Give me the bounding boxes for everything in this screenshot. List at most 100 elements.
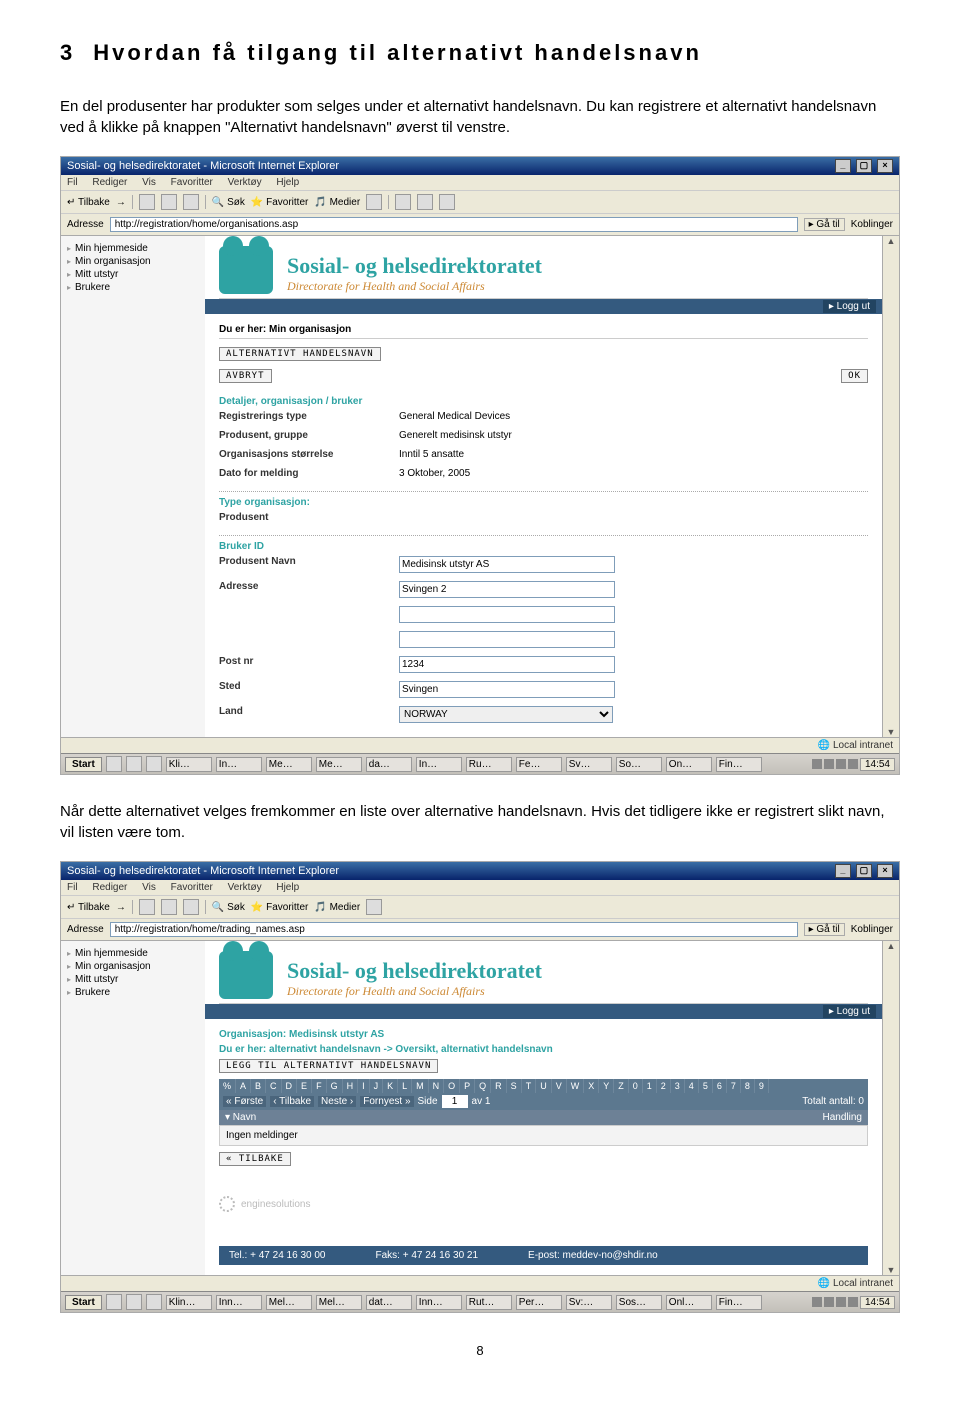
task-tab[interactable]: Mel… (316, 1295, 362, 1310)
menu-rediger[interactable]: Rediger (92, 177, 127, 188)
address-input[interactable] (110, 217, 798, 232)
menu-hjelp[interactable]: Hjelp (276, 177, 299, 188)
home-icon[interactable] (183, 899, 199, 915)
logout-button[interactable]: ▸ Logg ut (823, 1005, 876, 1018)
quicklaunch-icon[interactable] (126, 1294, 142, 1310)
menu-hjelp[interactable]: Hjelp (276, 882, 299, 893)
go-button[interactable]: ▸ Gå til (804, 218, 845, 231)
alpha-2[interactable]: 2 (657, 1079, 671, 1093)
menu-vis[interactable]: Vis (142, 882, 156, 893)
sidebar-item-hjemmeside[interactable]: Min hjemmeside (65, 242, 205, 255)
page-last[interactable]: Fornyest » (360, 1096, 413, 1107)
tray-icon[interactable] (836, 759, 846, 769)
task-tab[interactable]: Rut… (466, 1295, 512, 1310)
menu-fil[interactable]: Fil (67, 882, 78, 893)
alpha-C[interactable]: C (266, 1079, 282, 1093)
task-tab[interactable]: Sos… (616, 1295, 662, 1310)
alpha-X[interactable]: X (584, 1079, 599, 1093)
alpha-E[interactable]: E (297, 1079, 312, 1093)
tray-icon[interactable] (836, 1297, 846, 1307)
history-icon[interactable] (366, 194, 382, 210)
sidebar-item-utstyr[interactable]: Mitt utstyr (65, 268, 205, 281)
alpha-O[interactable]: O (444, 1079, 460, 1093)
close-icon[interactable]: × (877, 159, 893, 173)
tilbake-button[interactable]: « TILBAKE (219, 1152, 291, 1166)
media-button[interactable]: 🎵 Medier (314, 902, 360, 913)
minimize-icon[interactable]: _ (835, 159, 851, 173)
forward-button[interactable]: → (116, 197, 126, 208)
close-icon[interactable]: × (877, 864, 893, 878)
tray-icon[interactable] (848, 1297, 858, 1307)
tray-icon[interactable] (812, 759, 822, 769)
input-sted[interactable] (399, 681, 615, 698)
quicklaunch-icon[interactable] (146, 756, 162, 772)
logout-button[interactable]: ▸ Logg ut (823, 300, 876, 313)
sidebar-item-utstyr[interactable]: Mitt utstyr (65, 973, 205, 986)
menu-vis[interactable]: Vis (142, 177, 156, 188)
stop-icon[interactable] (139, 899, 155, 915)
back-button[interactable]: ↵ Tilbake (67, 197, 110, 208)
alpha-W[interactable]: W (567, 1079, 585, 1093)
task-tab[interactable]: Per… (516, 1295, 562, 1310)
alpha-H[interactable]: H (343, 1079, 359, 1093)
alpha-A[interactable]: A (236, 1079, 251, 1093)
task-tab[interactable]: Inn… (416, 1295, 462, 1310)
stop-icon[interactable] (139, 194, 155, 210)
quicklaunch-icon[interactable] (106, 1294, 122, 1310)
alpha-G[interactable]: G (327, 1079, 343, 1093)
quicklaunch-icon[interactable] (106, 756, 122, 772)
input-adresse-3[interactable] (399, 631, 615, 648)
alpha-T[interactable]: T (522, 1079, 537, 1093)
scrollbar[interactable]: ▲▼ (882, 236, 899, 737)
tray-icon[interactable] (824, 759, 834, 769)
links-label[interactable]: Koblinger (851, 924, 893, 935)
sidebar-item-brukere[interactable]: Brukere (65, 281, 205, 294)
menu-verktoy[interactable]: Verktøy (228, 177, 262, 188)
start-button[interactable]: Start (65, 1295, 102, 1310)
menu-verktoy[interactable]: Verktøy (228, 882, 262, 893)
task-tab[interactable]: dat… (366, 1295, 412, 1310)
menu-fil[interactable]: Fil (67, 177, 78, 188)
alpha-S[interactable]: S (507, 1079, 522, 1093)
task-tab[interactable]: Fin… (716, 757, 762, 772)
task-tab[interactable]: Inn… (216, 1295, 262, 1310)
alpha-Y[interactable]: Y (599, 1079, 614, 1093)
menu-favoritter[interactable]: Favoritter (171, 177, 213, 188)
task-tab[interactable]: Me… (316, 757, 362, 772)
task-tab[interactable]: Sv:… (566, 1295, 612, 1310)
refresh-icon[interactable] (161, 899, 177, 915)
alpha-N[interactable]: N (429, 1079, 445, 1093)
alpha-D[interactable]: D (282, 1079, 298, 1093)
page-first[interactable]: « Første (223, 1096, 266, 1107)
print-icon[interactable] (417, 194, 433, 210)
alpha-F[interactable]: F (312, 1079, 327, 1093)
alpha-1[interactable]: 1 (643, 1079, 657, 1093)
task-tab[interactable]: Fin… (716, 1295, 762, 1310)
col-navn[interactable]: ▾ Navn (225, 1112, 823, 1123)
task-tab[interactable]: So… (616, 757, 662, 772)
tray-icon[interactable] (824, 1297, 834, 1307)
sidebar-item-hjemmeside[interactable]: Min hjemmeside (65, 947, 205, 960)
task-tab[interactable]: In… (216, 757, 262, 772)
alpha-I[interactable]: I (358, 1079, 370, 1093)
sidebar-item-organisasjon[interactable]: Min organisasjon (65, 960, 205, 973)
page-back[interactable]: ‹ Tilbake (270, 1096, 314, 1107)
alt-handelsnavn-button[interactable]: ALTERNATIVT HANDELSNAVN (219, 347, 381, 361)
task-tab[interactable]: Onl… (666, 1295, 712, 1310)
task-tab[interactable]: Kli… (166, 757, 212, 772)
alpha-V[interactable]: V (552, 1079, 567, 1093)
task-tab[interactable]: In… (416, 757, 462, 772)
start-button[interactable]: Start (65, 757, 102, 772)
alpha-6[interactable]: 6 (713, 1079, 727, 1093)
menu-rediger[interactable]: Rediger (92, 882, 127, 893)
scrollbar[interactable]: ▲▼ (882, 941, 899, 1275)
add-alt-name-button[interactable]: LEGG TIL ALTERNATIVT HANDELSNAVN (219, 1059, 438, 1073)
input-postnr[interactable] (399, 656, 615, 673)
forward-button[interactable]: → (116, 902, 126, 913)
history-icon[interactable] (366, 899, 382, 915)
alpha-%[interactable]: % (219, 1079, 236, 1093)
alpha-Q[interactable]: Q (475, 1079, 491, 1093)
back-button[interactable]: ↵ Tilbake (67, 902, 110, 913)
alpha-R[interactable]: R (491, 1079, 507, 1093)
task-tab[interactable]: da… (366, 757, 412, 772)
